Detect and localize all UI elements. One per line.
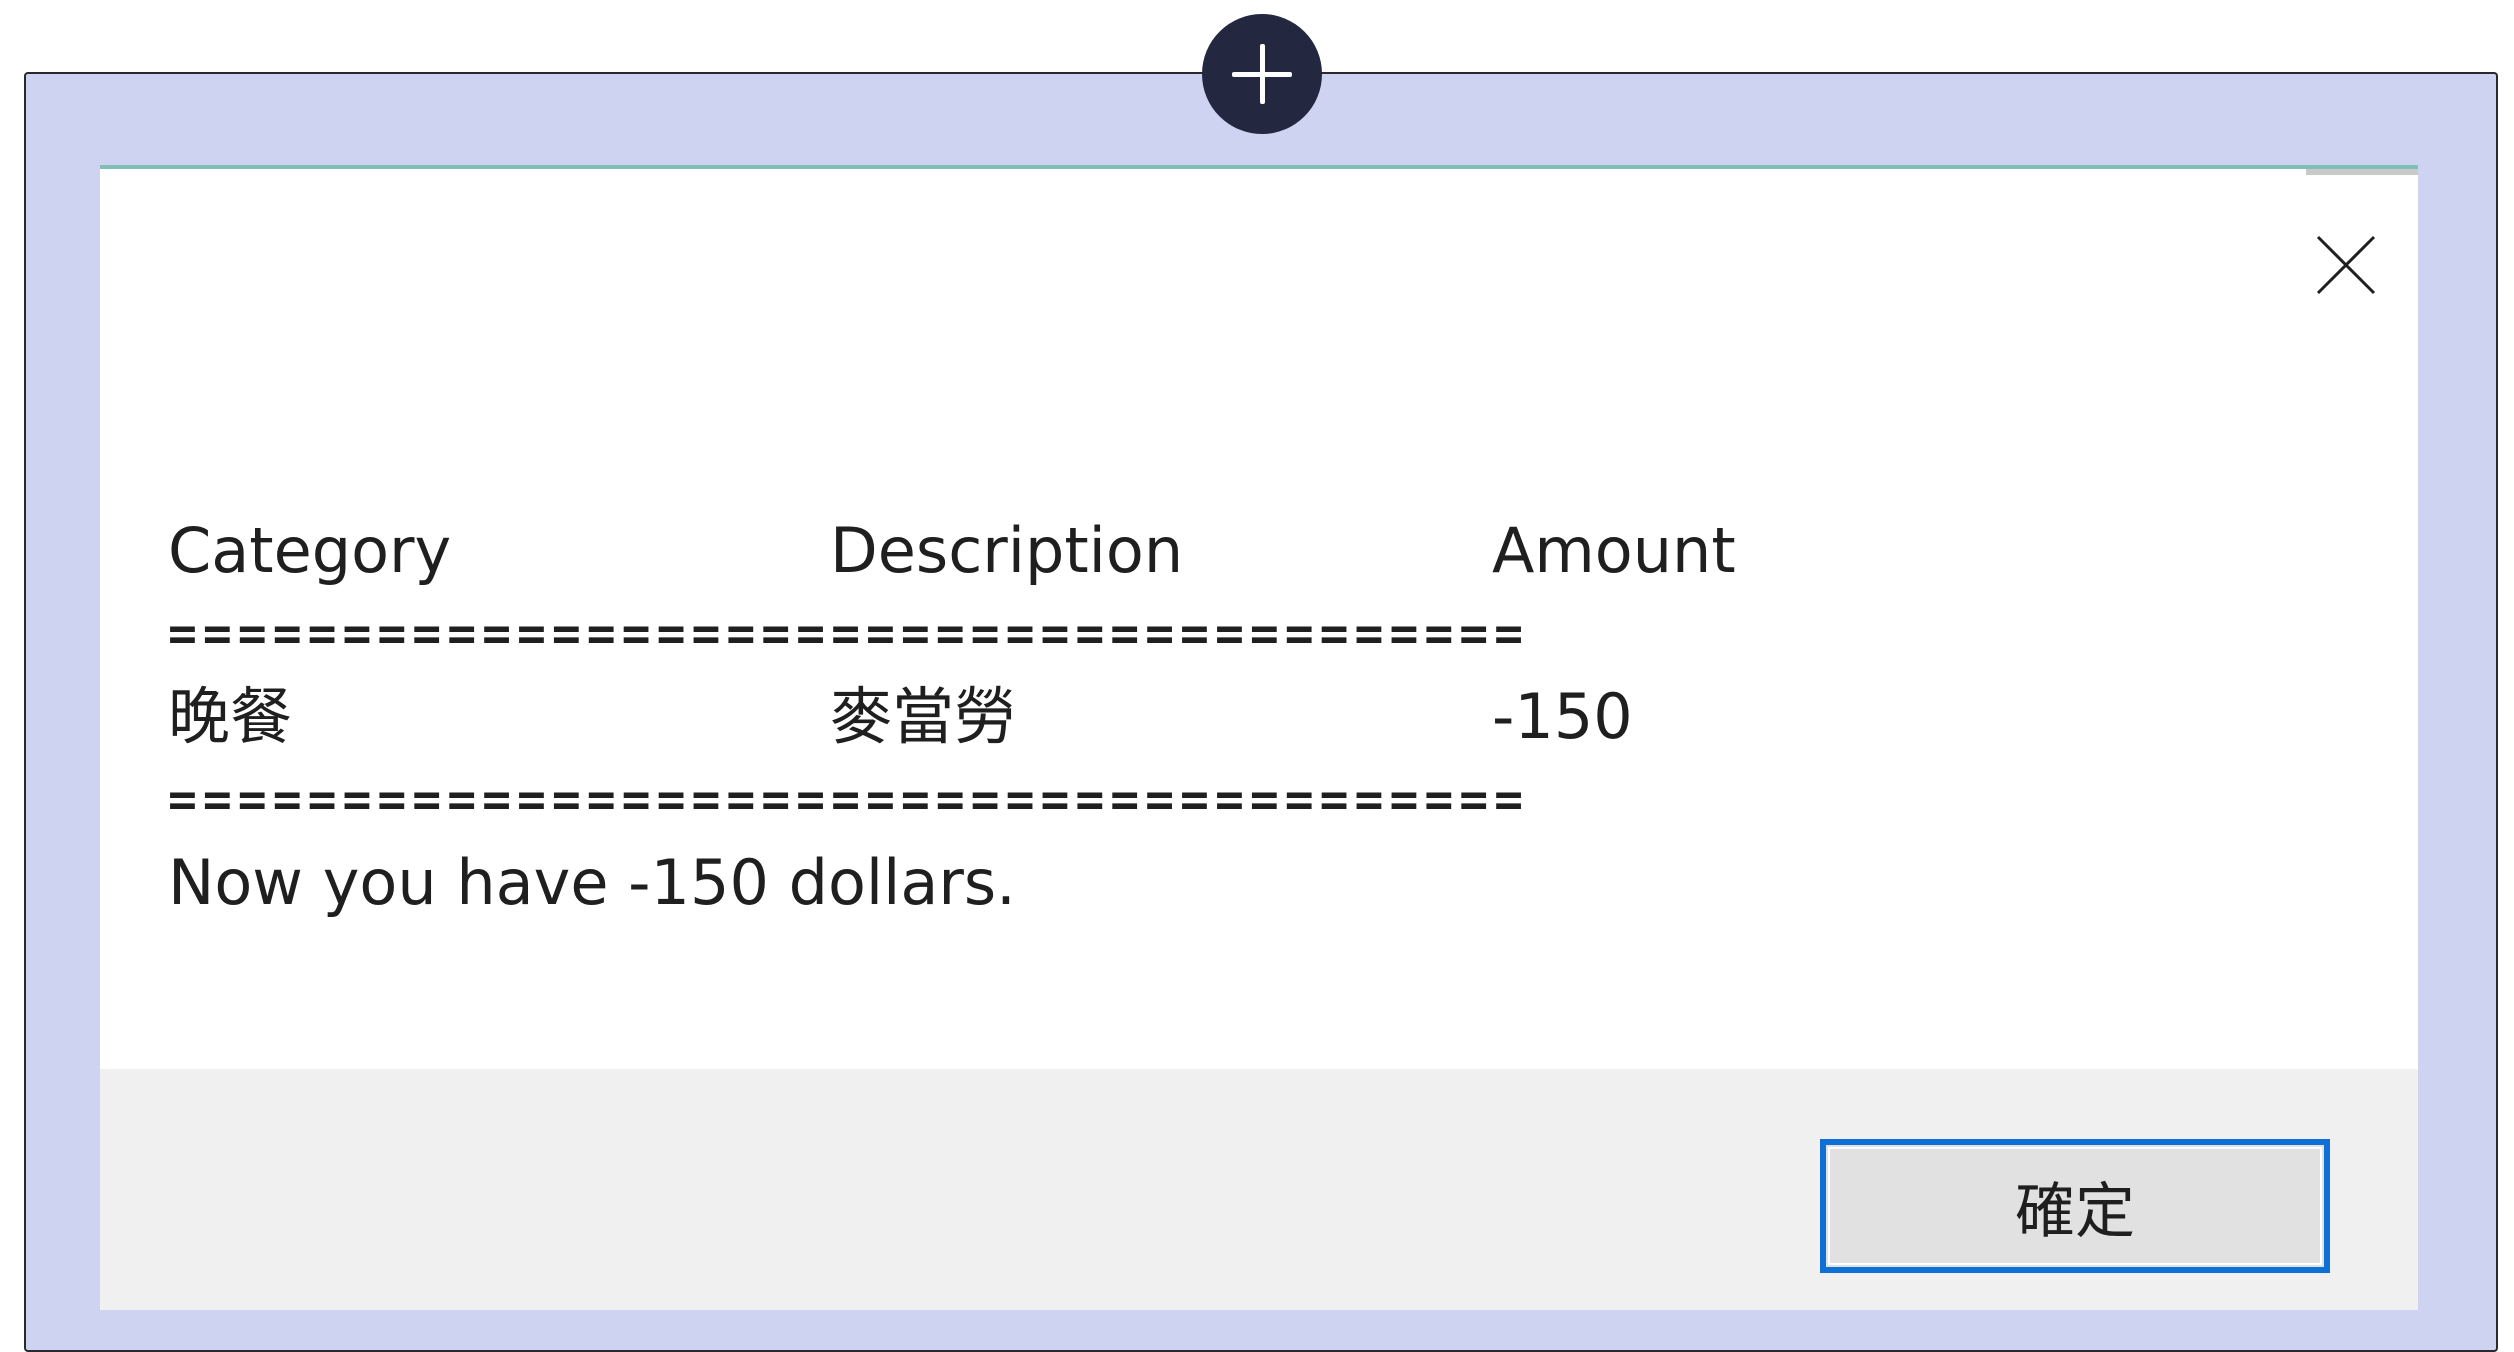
cell-category: 晚餐 [168, 680, 293, 753]
balance-summary: Now you have -150 dollars. [168, 846, 1016, 919]
separator-line-bottom: ======================================= [168, 772, 1530, 828]
header-amount: Amount [1492, 514, 1736, 587]
header-category: Category [168, 514, 452, 587]
add-button[interactable] [1202, 14, 1322, 134]
cell-description: 麥當勞 [830, 680, 1017, 753]
header-description: Description [830, 514, 1184, 587]
table-row: 晚餐 麥當勞 -150 [168, 675, 1992, 759]
separator-line-top: ======================================= [168, 606, 1530, 662]
ok-button[interactable]: 確定 [1820, 1139, 2330, 1273]
close-button[interactable] [2312, 231, 2380, 299]
message-content: Category Description Amount ============… [168, 509, 1992, 925]
dialog-corner-strip [2306, 169, 2418, 175]
table-header-row: Category Description Amount [168, 509, 1992, 593]
close-icon [2316, 235, 2376, 295]
message-dialog: Category Description Amount ============… [100, 165, 2418, 1310]
dialog-footer: 確定 [100, 1069, 2418, 1310]
cell-amount: -150 [1492, 680, 1633, 753]
